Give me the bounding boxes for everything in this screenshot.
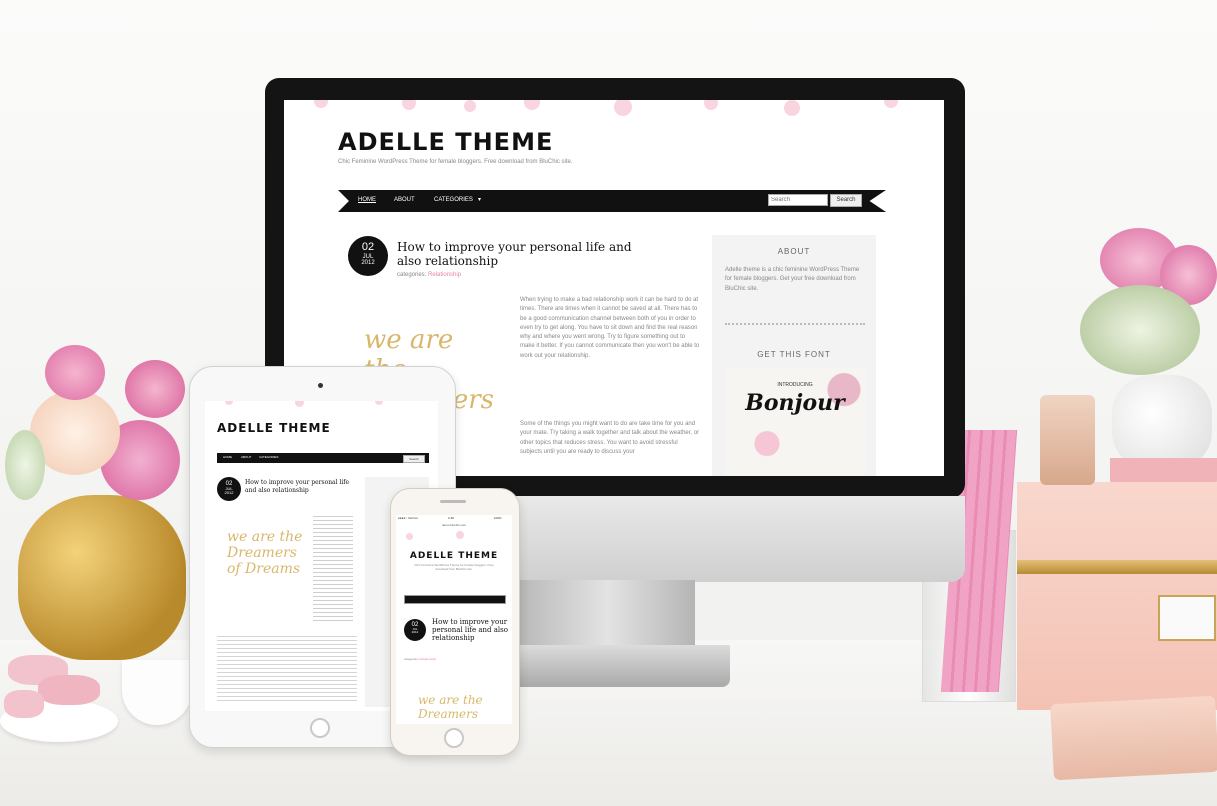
white-vase [1112, 375, 1212, 470]
dot-decoration [614, 100, 632, 116]
phone-post-year: 2012 [411, 630, 419, 635]
phone-date-badge: 02 JUL 2012 [404, 619, 426, 641]
site-title[interactable]: ADELLE THEME [338, 128, 553, 156]
notebook [1050, 695, 1217, 781]
phone-site-title[interactable]: ADELLE THEME [396, 551, 512, 561]
post-paragraph-1: When trying to make a bad relationship w… [520, 297, 700, 359]
categories-label: categories: [397, 272, 427, 278]
tablet-nav-about[interactable]: ABOUT [241, 455, 251, 459]
tablet-nav-categories[interactable]: CATEGORIES [259, 455, 278, 459]
dot-decoration [456, 531, 464, 539]
macaron [38, 675, 100, 705]
monitor-stand [520, 580, 695, 650]
phone-post-categories: categories: Relationship [404, 657, 436, 661]
font-promo-image[interactable]: INTRODUCING Bonjour [725, 368, 865, 476]
monitor-stand-base [505, 645, 730, 687]
tablet-post-year: 2012 [224, 490, 234, 496]
phone-categories-label: categories: [404, 657, 419, 661]
font-promo-title: Bonjour [745, 390, 845, 416]
phone-speaker [440, 500, 466, 503]
dot-decoration [295, 401, 304, 407]
category-link[interactable]: Relationship [428, 272, 461, 278]
phone-category-link[interactable]: Relationship [420, 657, 437, 661]
tablet-text-block [313, 513, 353, 623]
dot-decoration [406, 533, 413, 540]
dot-decoration [314, 100, 328, 108]
dot-decoration [524, 100, 540, 110]
tablet-date-badge: 02 JUL 2012 [217, 477, 241, 501]
nav-item-home[interactable]: HOME [358, 197, 376, 203]
phone-post-image: we are the Dreamers [418, 693, 483, 721]
tablet-site-title[interactable]: ADELLE THEME [217, 421, 331, 435]
post-year: 2012 [361, 259, 375, 266]
dot-decoration [402, 100, 416, 110]
post-title[interactable]: How to improve your personal life and al… [397, 240, 657, 268]
phone-url-bar[interactable]: demo.bluchic.com [396, 523, 512, 527]
status-battery: 100% [494, 516, 502, 520]
phone-screen: ●●●●○ Verizon 2:48 100% demo.bluchic.com… [396, 515, 512, 724]
nav-item-categories[interactable]: CATEGORIES [434, 197, 473, 203]
site-tagline: Chic Feminine WordPress Theme for female… [338, 159, 573, 165]
status-time: 2:48 [448, 516, 454, 520]
post-categories: categories: Relationship [397, 272, 461, 278]
stapler [1040, 395, 1095, 485]
dot-decoration [375, 401, 383, 405]
chevron-down-icon[interactable]: ▾ [478, 196, 481, 203]
gold-vase [18, 495, 186, 660]
phone-home-button[interactable] [444, 728, 464, 748]
macaron [4, 690, 44, 718]
post-paragraph-2: Some of the things you might want to do … [520, 421, 700, 455]
phone-post-title[interactable]: How to improve your personal life and al… [432, 618, 508, 642]
tablet-text-block [217, 633, 357, 703]
tablet-post-title[interactable]: How to improve your personal life and al… [245, 479, 355, 495]
box-label [1158, 595, 1216, 641]
search-button[interactable]: Search [830, 194, 862, 207]
widget-about-text: Adelle theme is a chic feminine WordPres… [725, 267, 860, 292]
post-day: 02 [361, 241, 375, 253]
tablet-home-button[interactable] [310, 718, 330, 738]
phone-menu-bar[interactable] [404, 595, 506, 604]
tablet-post-image: we are the Dreamers of Dreams [227, 529, 303, 577]
dot-decoration [225, 401, 233, 405]
flower-filler [5, 430, 45, 500]
flower-rose [125, 360, 185, 418]
widget-title-about: ABOUT [777, 247, 811, 256]
flower-rose [45, 345, 105, 400]
phone-tagline: Chic Feminine WordPress Theme for female… [414, 563, 494, 571]
widget-title-font: GET THIS FONT [757, 350, 831, 359]
tablet-camera [318, 383, 323, 388]
gold-ribbon [1017, 560, 1217, 574]
tablet-search-button[interactable]: Search [403, 455, 425, 463]
dot-decoration [464, 100, 476, 112]
flower-filler [1080, 285, 1200, 375]
dot-decoration [704, 100, 718, 110]
widget-divider [725, 322, 865, 325]
font-promo-caption: INTRODUCING [777, 382, 813, 388]
status-carrier: ●●●●○ Verizon [398, 516, 418, 520]
tablet-nav-home[interactable]: HOME [223, 455, 232, 459]
nav-item-about[interactable]: ABOUT [394, 197, 415, 203]
dot-decoration [884, 100, 898, 108]
dot-decoration [784, 100, 800, 116]
search-input[interactable] [768, 194, 828, 206]
phone-status-bar: ●●●●○ Verizon 2:48 100% [396, 515, 512, 523]
post-date-badge: 02 JUL 2012 [348, 236, 388, 276]
